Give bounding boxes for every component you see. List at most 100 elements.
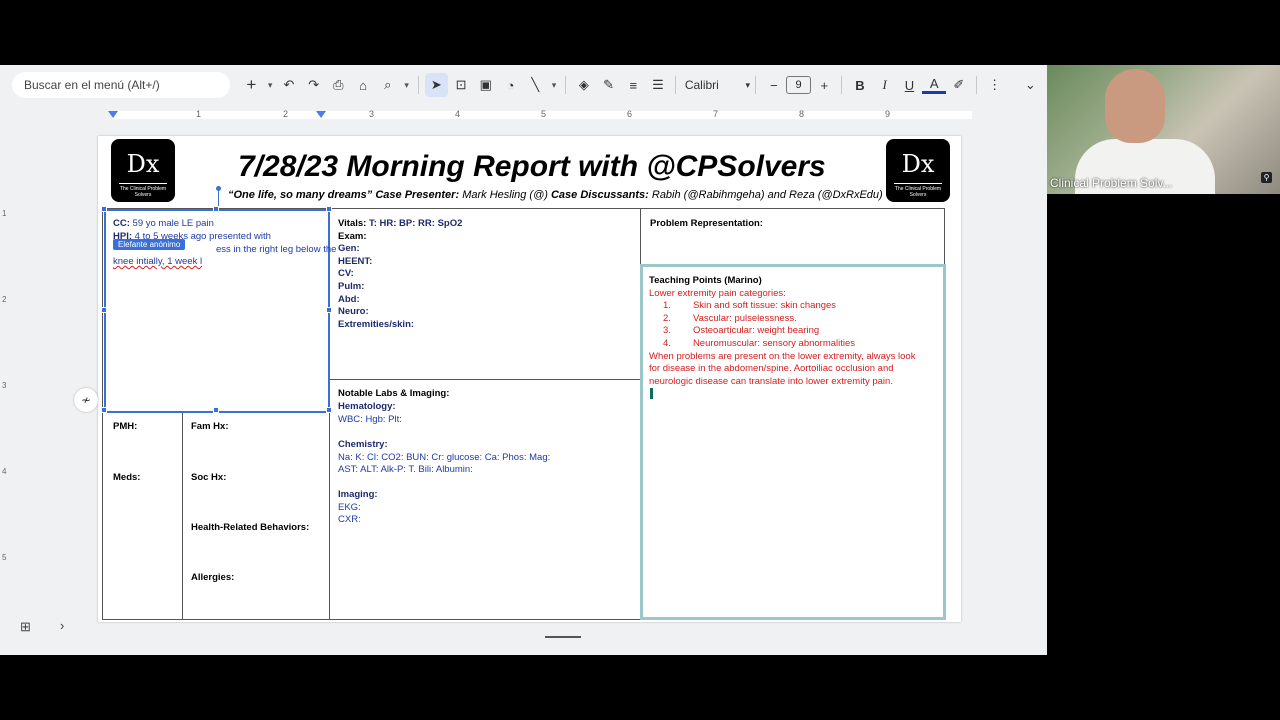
teaching-paragraph[interactable]: for disease in the abdomen/spine. Aortoi…	[649, 363, 894, 376]
chevron-down-icon[interactable]: ▾	[264, 73, 276, 97]
resize-handle[interactable]	[101, 307, 107, 313]
chevron-down-icon[interactable]: ▾	[548, 73, 560, 97]
indent-marker[interactable]	[316, 111, 326, 118]
abd-label[interactable]: Abd:	[338, 294, 360, 307]
presenter-label: Case Presenter:	[375, 189, 460, 201]
cc-line[interactable]: CC: 59 yo male LE pain	[113, 218, 214, 231]
resize-handle[interactable]	[326, 206, 332, 212]
video-participant-tile[interactable]: Clinical Problem Solv... ⚲	[1047, 65, 1280, 194]
chevron-right-icon[interactable]: ›	[60, 618, 64, 633]
slide-subtitle[interactable]: “One life, so many dreams” Case Presente…	[228, 189, 883, 201]
teaching-item[interactable]: 1. Skin and soft tissue: skin changes	[663, 300, 836, 313]
border-weight-icon[interactable]: ≡	[621, 73, 645, 97]
labs-title[interactable]: Notable Labs & Imaging:	[338, 388, 449, 401]
zoom-icon[interactable]: ⌕	[376, 73, 400, 97]
chemistry-values[interactable]: AST: ALT: Alk-P: T. Bili: Albumin:	[338, 464, 473, 477]
logo-subtext: The Clinical Problem Solvers	[119, 183, 167, 198]
gen-label[interactable]: Gen:	[338, 243, 360, 256]
extremities-label[interactable]: Extremities/skin:	[338, 319, 414, 332]
ruler-number: 2	[2, 295, 7, 304]
cxr-label[interactable]: CXR:	[338, 514, 361, 527]
ekg-label[interactable]: EKG:	[338, 502, 361, 515]
undo-icon[interactable]: ↶	[277, 73, 301, 97]
border-dash-icon[interactable]: ☰	[646, 73, 670, 97]
decrease-font-icon[interactable]: −	[762, 73, 786, 97]
teaching-item[interactable]: 2. Vascular: pulselessness.	[663, 313, 797, 326]
vitals-value: T: HR: BP: RR: SpO2	[368, 218, 463, 229]
indent-marker[interactable]	[108, 111, 118, 118]
scroll-handle[interactable]	[545, 636, 581, 638]
select-pointer-icon[interactable]: ➤	[424, 73, 449, 97]
mic-icon[interactable]: ⚲	[1261, 172, 1272, 183]
resize-handle[interactable]	[101, 407, 107, 413]
redo-icon[interactable]: ↷	[302, 73, 326, 97]
italic-icon[interactable]: I	[873, 73, 897, 97]
ruler-number: 1	[2, 209, 7, 218]
resize-handle[interactable]	[213, 407, 219, 413]
teaching-item[interactable]: 3. Osteoarticular: weight bearing	[663, 325, 819, 338]
resize-handle[interactable]	[326, 407, 332, 413]
ruler-number: 5	[2, 553, 7, 562]
hpi-text[interactable]: knee intially, 1 week l	[113, 256, 202, 269]
vitals-line[interactable]: Vitals: T: HR: BP: RR: SpO2	[338, 218, 462, 231]
teaching-item[interactable]: 4. Neuromuscular: sensory abnormalities	[663, 338, 855, 351]
paint-format-icon[interactable]: ⌂	[351, 73, 375, 97]
cps-logo-right: Dx The Clinical Problem Solvers	[886, 139, 950, 202]
menu-search-input[interactable]: Buscar en el menú (Alt+/)	[12, 72, 230, 98]
hide-motion-icon[interactable]: ≁	[74, 388, 98, 412]
imaging-label[interactable]: Imaging:	[338, 489, 378, 502]
fam-hx-label[interactable]: Fam Hx:	[191, 421, 228, 434]
neuro-label[interactable]: Neuro:	[338, 306, 369, 319]
slides-editor: Buscar en el menú (Alt+/) + ▾ ↶ ↷ ⎙ ⌂ ⌕ …	[0, 65, 1047, 655]
hematology-label[interactable]: Hematology:	[338, 401, 396, 414]
cc-value: 59 yo male LE pain	[132, 218, 214, 229]
more-options-icon[interactable]: ⋮	[983, 73, 1007, 97]
resize-handle[interactable]	[326, 307, 332, 313]
presenter-name: Mark Hesling (@)	[462, 189, 548, 201]
highlight-icon[interactable]: ✐	[947, 73, 971, 97]
teaching-title[interactable]: Teaching Points (Marino)	[649, 275, 762, 288]
pulm-label[interactable]: Pulm:	[338, 281, 364, 294]
allergies-label[interactable]: Allergies:	[191, 572, 234, 585]
hpi-text[interactable]: ess in the right leg below the	[216, 244, 336, 257]
meds-label[interactable]: Meds:	[113, 472, 140, 485]
soc-hx-label[interactable]: Soc Hx:	[191, 472, 226, 485]
vertical-ruler: 1 2 3 4 5	[0, 125, 12, 625]
font-size-input[interactable]: 9	[785, 76, 812, 94]
text-color-icon[interactable]: A	[922, 76, 947, 94]
pmh-label[interactable]: PMH:	[113, 421, 137, 434]
collaborator-cursor-label: Elefante anónimo	[113, 239, 186, 250]
teaching-intro[interactable]: Lower extremity pain categories:	[649, 288, 786, 301]
resize-handle[interactable]	[101, 206, 107, 212]
heent-label[interactable]: HEENT:	[338, 256, 372, 269]
problem-representation-label[interactable]: Problem Representation:	[650, 218, 763, 231]
chemistry-values[interactable]: Na: K: Cl: CO2: BUN: Cr: glucose: Ca: Ph…	[338, 452, 550, 465]
shape-icon[interactable]: ◔	[499, 73, 523, 97]
font-selector[interactable]: Calibri ▾	[681, 78, 750, 92]
bold-icon[interactable]: B	[848, 73, 872, 97]
health-behaviors-label[interactable]: Health-Related Behaviors:	[191, 522, 309, 535]
exam-label[interactable]: Exam:	[338, 231, 367, 244]
grid-view-icon[interactable]: ⊞	[20, 619, 31, 635]
ruler-number: 3	[369, 109, 375, 119]
line-icon[interactable]: ╲	[523, 73, 547, 97]
chevron-down-icon[interactable]: ▾	[401, 73, 413, 97]
slide-title[interactable]: 7/28/23 Morning Report with @CPSolvers	[238, 150, 826, 184]
increase-font-icon[interactable]: +	[812, 73, 836, 97]
print-icon[interactable]: ⎙	[327, 73, 351, 97]
teaching-paragraph[interactable]: When problems are present on the lower e…	[649, 351, 915, 364]
new-slide-icon[interactable]: +	[240, 73, 264, 97]
fill-color-icon[interactable]: ◈	[572, 73, 596, 97]
teaching-paragraph[interactable]: neurologic disease can translate into lo…	[649, 376, 893, 389]
hematology-values[interactable]: WBC: Hgb: Plt:	[338, 414, 402, 427]
border-color-icon[interactable]: ✎	[597, 73, 621, 97]
chemistry-label[interactable]: Chemistry:	[338, 439, 388, 452]
underline-icon[interactable]: U	[898, 73, 922, 97]
resize-handle[interactable]	[213, 206, 219, 212]
slide-canvas[interactable]: Dx The Clinical Problem Solvers Dx The C…	[98, 136, 961, 622]
cv-label[interactable]: CV:	[338, 268, 354, 281]
item-text: Vascular: pulselessness.	[692, 313, 797, 324]
text-box-icon[interactable]: ⊡	[449, 73, 473, 97]
image-icon[interactable]: ▣	[474, 73, 498, 97]
chevron-down-icon[interactable]: ⌄	[1018, 73, 1042, 97]
